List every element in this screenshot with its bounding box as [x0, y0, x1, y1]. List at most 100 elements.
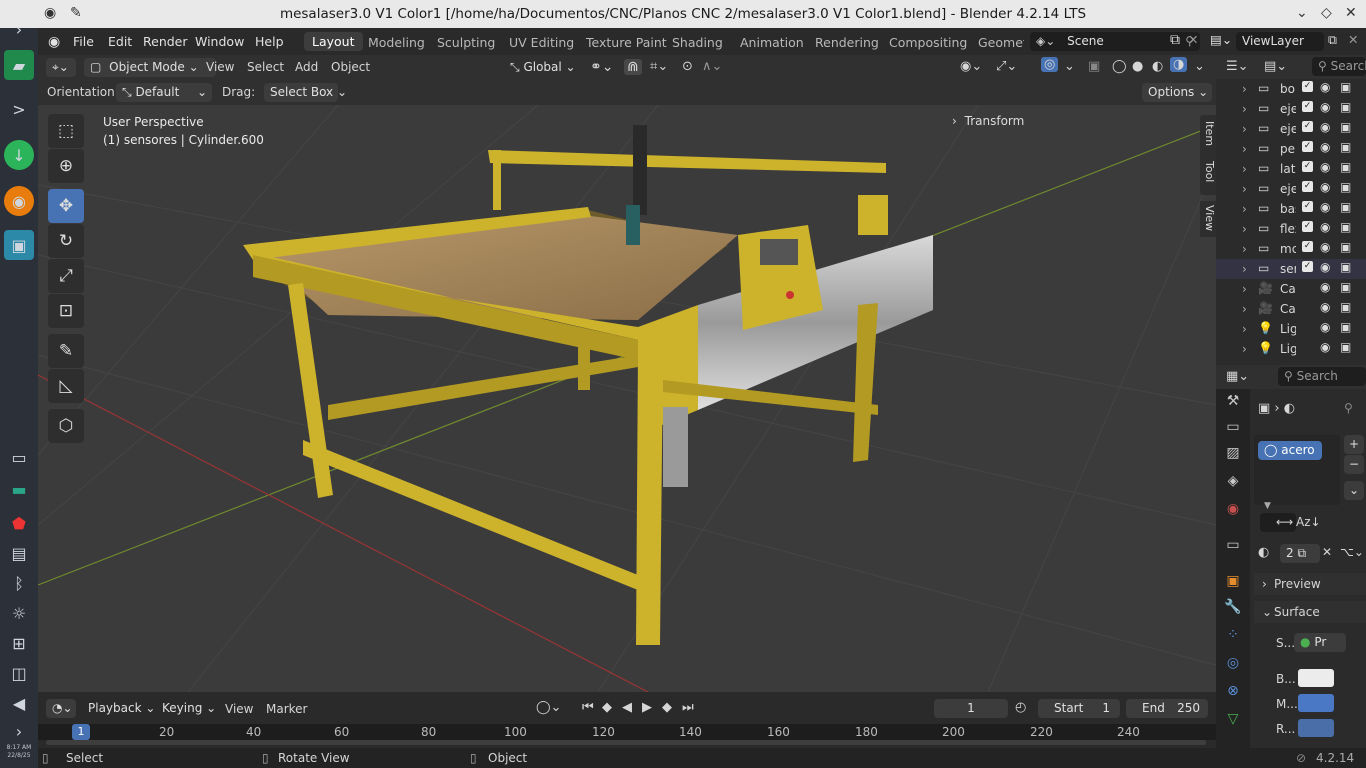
transform-tool[interactable]: ⊡ [48, 294, 84, 328]
transform-panel-header[interactable]: › Transform [952, 114, 1024, 128]
expand-arrow-icon[interactable]: › [1242, 142, 1247, 156]
cursor-tool[interactable]: ⊕ [48, 149, 84, 183]
jump-start-icon[interactable]: ⏮ [582, 700, 594, 715]
panel-preview[interactable]: › Preview [1254, 573, 1366, 595]
terminal-icon[interactable]: > [4, 94, 34, 124]
gizmo-icon[interactable]: ⤢⌄ [996, 59, 1017, 74]
editor-type-button[interactable]: ⌖⌄ [46, 58, 76, 77]
scale-tool[interactable]: ⤢ [48, 259, 84, 293]
camera-render-icon[interactable]: ▣ [1340, 120, 1351, 134]
screen-icon[interactable]: ◫ [4, 658, 34, 688]
files-icon[interactable]: ▰ [4, 50, 34, 80]
tab-sculpting[interactable]: Sculpting [437, 35, 495, 50]
menu-keying[interactable]: Keying ⌄ [156, 699, 216, 718]
expand-arrow-icon[interactable]: › [1242, 202, 1247, 216]
outliner-row[interactable]: › ▭ bas ✓ ◉ ▣ [1216, 199, 1366, 219]
camera-render-icon[interactable]: ▣ [1340, 80, 1351, 94]
move-tool[interactable]: ✥ [48, 189, 84, 223]
outliner-row[interactable]: › 💡 Lig ◉ ▣ [1216, 339, 1366, 359]
outliner-row[interactable]: › ▭ flex ✓ ◉ ▣ [1216, 219, 1366, 239]
expand-arrow-icon[interactable]: › [1242, 302, 1247, 316]
outliner-row[interactable]: › ▭ eje ✓ ◉ ▣ [1216, 179, 1366, 199]
tab-texture-paint[interactable]: Texture Paint [586, 35, 667, 50]
snap-target-icon[interactable]: ⌗⌄ [650, 59, 668, 74]
expand-arrow-icon[interactable]: › [1242, 222, 1247, 236]
close-icon[interactable]: ✕ [1345, 5, 1357, 21]
camera-render-icon[interactable]: ▣ [1340, 180, 1351, 194]
eye-icon[interactable]: ◉ [1320, 260, 1330, 274]
eye-icon[interactable]: ◉ [1320, 300, 1330, 314]
unlink-material-icon[interactable]: ✕ [1322, 545, 1332, 559]
eye-icon[interactable]: ◉ [1320, 100, 1330, 114]
display-mode-icon[interactable]: ▤⌄ [1264, 59, 1287, 74]
camera-render-icon[interactable]: ▣ [1340, 140, 1351, 154]
maximize-icon[interactable]: ◇ [1321, 5, 1332, 21]
expand-arrow-icon[interactable]: › [1242, 122, 1247, 136]
add-slot-button[interactable]: + [1344, 435, 1364, 454]
camera-render-icon[interactable]: ▣ [1340, 320, 1351, 334]
eye-icon[interactable]: ◉ [1320, 180, 1330, 194]
outliner-row[interactable]: › ▭ late ✓ ◉ ▣ [1216, 159, 1366, 179]
rendered-shading-icon[interactable]: ◑ [1170, 57, 1188, 72]
camera-render-icon[interactable]: ▣ [1340, 220, 1351, 234]
play-reverse-icon[interactable]: ◀ [622, 700, 632, 715]
overlays-dropdown-icon[interactable]: ⌄ [1064, 59, 1075, 74]
exclude-checkbox[interactable]: ✓ [1302, 121, 1313, 132]
expand-arrow-icon[interactable]: › [1242, 282, 1247, 296]
physics-tab-icon[interactable]: ◎ [1223, 655, 1243, 675]
pin-properties-icon[interactable]: ⚲ [1344, 401, 1353, 415]
delete-view-layer-icon[interactable]: ✕ [1348, 32, 1358, 47]
eye-icon[interactable]: ◉ [1320, 220, 1330, 234]
stopwatch-icon[interactable]: ◴ [1015, 700, 1026, 715]
outliner-row[interactable]: › ▭ ser ✓ ◉ ▣ [1216, 259, 1366, 279]
solid-shading-icon[interactable]: ● [1132, 59, 1143, 74]
material-slot[interactable]: ◯ acero [1258, 441, 1322, 460]
snap-icon[interactable]: ⋒ [624, 59, 642, 75]
volume-icon[interactable]: ◀ [4, 688, 34, 718]
output-tab-icon[interactable]: ▨ [1223, 445, 1243, 465]
camera-render-icon[interactable]: ▣ [1340, 200, 1351, 214]
wireframe-shading-icon[interactable]: ◯ [1112, 59, 1127, 74]
timeline-menu-marker[interactable]: Marker [266, 702, 307, 716]
base-color-swatch[interactable] [1298, 669, 1334, 687]
tab-uv-editing[interactable]: UV Editing [509, 35, 574, 50]
start-frame-field[interactable]: Start 1 [1038, 699, 1120, 718]
shield-icon[interactable]: ⬟ [4, 508, 34, 538]
view-layer-selector[interactable]: ViewLayer [1236, 32, 1324, 51]
outliner-row[interactable]: › 💡 Lig ◉ ▣ [1216, 319, 1366, 339]
tab-modeling[interactable]: Modeling [368, 35, 425, 50]
eye-icon[interactable]: ◉ [1320, 120, 1330, 134]
menu-add[interactable]: Add [295, 60, 318, 74]
side-tab-tool[interactable]: Tool [1200, 157, 1216, 193]
surface-shader-field[interactable]: ● Pr [1294, 633, 1346, 652]
properties-editor-icon[interactable]: ▦⌄ [1226, 369, 1249, 384]
tab-layout[interactable]: Layout [304, 32, 363, 51]
particles-tab-icon[interactable]: ⁘ [1223, 627, 1243, 647]
camera-render-icon[interactable]: ▣ [1340, 300, 1351, 314]
outliner-search[interactable]: ⚲ Search [1312, 57, 1366, 76]
dock-expand-icon[interactable]: › [4, 14, 34, 44]
slot-specials-button[interactable]: ⌄ [1344, 481, 1364, 500]
expand-arrow-icon[interactable]: › [1242, 162, 1247, 176]
network-icon[interactable]: ⊞ [4, 628, 34, 658]
new-view-layer-icon[interactable]: ⧉ [1328, 32, 1337, 48]
eye-icon[interactable]: ◉ [1320, 340, 1330, 354]
menu-window[interactable]: Window [195, 34, 244, 49]
eye-icon[interactable]: ◉ [1320, 320, 1330, 334]
exclude-checkbox[interactable]: ✓ [1302, 201, 1313, 212]
current-frame-field[interactable]: 1 [934, 699, 1008, 718]
new-scene-icon[interactable]: ⧉ [1170, 32, 1180, 48]
world-tab-icon[interactable]: ▭ [1223, 537, 1243, 557]
modifier-tab-icon[interactable]: 🔧 [1223, 599, 1243, 619]
camera-render-icon[interactable]: ▣ [1340, 100, 1351, 114]
end-frame-field[interactable]: End 250 [1126, 699, 1208, 718]
side-tab-view[interactable]: View [1200, 201, 1216, 237]
cnc-table-model[interactable] [243, 125, 933, 645]
data-tab-icon[interactable]: ▽ [1223, 711, 1243, 731]
blender-app-icon[interactable]: ◉ [4, 186, 34, 216]
dock-next-icon[interactable]: › [4, 716, 34, 746]
mode-selector[interactable]: ▢ Object Mode ⌄ [84, 58, 216, 77]
exclude-checkbox[interactable]: ✓ [1302, 161, 1313, 172]
exclude-checkbox[interactable]: ✓ [1302, 101, 1313, 112]
camera-render-icon[interactable]: ▣ [1340, 240, 1351, 254]
